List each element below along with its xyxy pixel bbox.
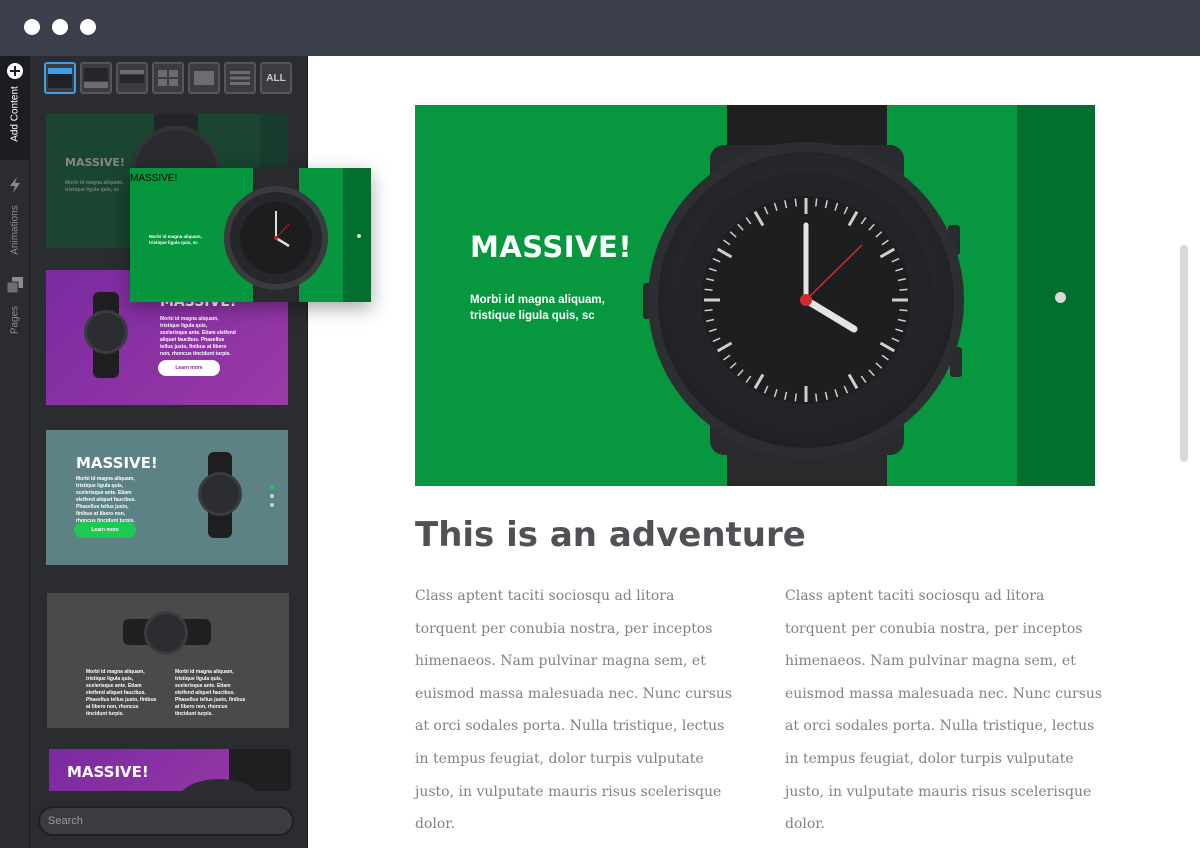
slider-dot[interactable] — [270, 503, 274, 507]
tab-add-content-label: Add Content — [9, 86, 21, 142]
learn-more-button[interactable]: Learn more — [158, 360, 220, 376]
thumb-body: Morbi id magna aliquam, tristique ligula… — [65, 180, 124, 193]
plus-circle-icon — [6, 62, 24, 80]
window-close-button[interactable] — [24, 19, 40, 35]
dial-tick — [815, 198, 818, 207]
watch-image — [198, 472, 242, 516]
slider-dot[interactable] — [270, 485, 274, 489]
filter-hero-button[interactable] — [44, 62, 76, 94]
watch-image — [224, 168, 328, 302]
split-layout-icon — [84, 68, 108, 88]
hero-section[interactable]: MASSIVE! Morbi id magna aliquam, tristiq… — [415, 105, 1095, 486]
thumb-title: MASSIVE! — [67, 763, 149, 781]
filter-block-button[interactable] — [188, 62, 220, 94]
thumb-title: MASSIVE! — [76, 454, 158, 472]
tab-add-content[interactable]: Add Content — [0, 56, 30, 160]
thumb-body-right: Morbi id magna aliquam, tristique ligula… — [175, 669, 246, 717]
watch-image — [643, 105, 964, 486]
template-thumbnail-4[interactable]: Morbi id magna aliquam, tristique ligula… — [47, 593, 289, 728]
dial-tick — [794, 393, 797, 402]
thumb-title: MASSIVE! — [65, 156, 125, 169]
search-input[interactable] — [38, 806, 294, 836]
tab-animations-label: Animations — [9, 205, 21, 255]
thumb-body-left: Morbi id magna aliquam, tristique ligula… — [86, 669, 157, 717]
grid-layout-icon — [158, 70, 178, 86]
vertical-scrollbar[interactable] — [1180, 245, 1188, 462]
drag-preview-title: MASSIVE! — [130, 173, 178, 184]
filter-all-label: ALL — [266, 72, 286, 84]
drag-preview[interactable]: MASSIVE! Morbi id magna aliquam, tristiq… — [130, 168, 371, 302]
dial-tick — [704, 288, 713, 291]
dial-tick — [794, 198, 797, 207]
dial-tick — [899, 309, 908, 312]
block-layout-icon — [194, 71, 214, 85]
watch-image — [144, 611, 188, 655]
window-minimize-button[interactable] — [52, 19, 68, 35]
section-heading: This is an adventure — [415, 515, 806, 555]
pages-icon — [6, 276, 24, 294]
watch-image — [84, 310, 128, 354]
tab-pages-label: Pages — [9, 305, 21, 335]
slider-dot[interactable] — [1055, 292, 1066, 303]
filter-all-button[interactable]: ALL — [260, 62, 292, 94]
thumb-body: Morbi id magna aliquam, tristique ligula… — [76, 476, 136, 524]
template-thumbnail-5[interactable]: MASSIVE! — [49, 749, 291, 791]
template-thumbnail-3[interactable]: MASSIVE! Morbi id magna aliquam, tristiq… — [46, 430, 288, 565]
filter-banner-button[interactable] — [116, 62, 148, 94]
layout-filter-bar: ALL — [44, 62, 292, 96]
lightning-icon — [6, 176, 24, 194]
dial-tick — [899, 288, 908, 291]
hero-body: Morbi id magna aliquam, tristique ligula… — [470, 294, 605, 322]
filter-list-button[interactable] — [224, 62, 256, 94]
tab-animations[interactable]: Animations — [0, 168, 30, 264]
filter-grid-button[interactable] — [152, 62, 184, 94]
window-maximize-button[interactable] — [80, 19, 96, 35]
drag-preview-body: Morbi id magna aliquam, tristique ligula… — [149, 234, 202, 245]
thumb-body: Morbi id magna aliquam, tristique ligula… — [160, 316, 236, 357]
vertical-tab-strip: Add Content Animations Pages — [0, 56, 30, 848]
dial-tick — [704, 309, 713, 312]
slider-dot[interactable] — [270, 494, 274, 498]
slider-dot — [357, 234, 361, 238]
tab-pages[interactable]: Pages — [0, 272, 30, 342]
banner-layout-icon — [120, 70, 144, 83]
hero-title: MASSIVE! — [470, 230, 633, 264]
learn-more-button[interactable]: Learn more — [74, 522, 136, 538]
filter-split-button[interactable] — [80, 62, 112, 94]
list-layout-icon — [230, 71, 250, 85]
dial-tick — [815, 393, 818, 402]
window-titlebar — [0, 0, 1200, 56]
paragraph-left: Class aptent taciti sociosqu ad litora t… — [415, 588, 733, 833]
paragraph-right: Class aptent taciti sociosqu ad litora t… — [785, 588, 1103, 833]
hero-layout-icon — [48, 68, 72, 88]
